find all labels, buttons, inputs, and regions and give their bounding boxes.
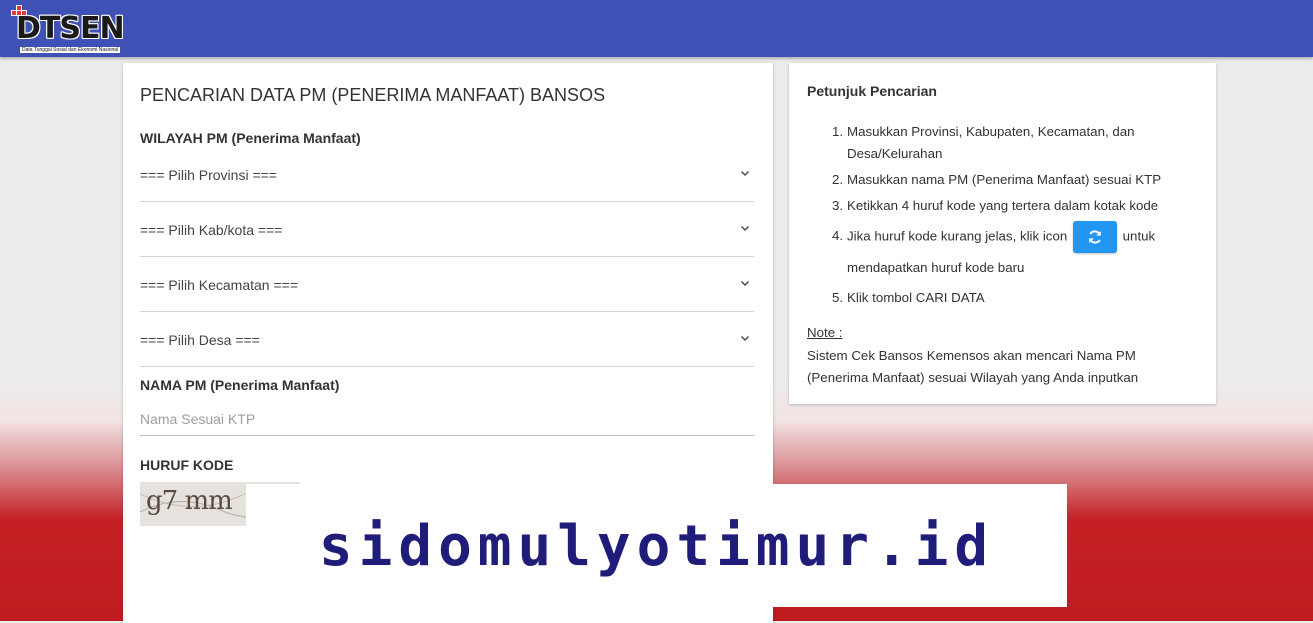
- form-title: PENCARIAN DATA PM (PENERIMA MANFAAT) BAN…: [140, 85, 606, 105]
- search-help-card: Petunjuk Pencarian 1. Masukkan Provinsi, …: [789, 63, 1216, 404]
- village-select[interactable]: === Pilih Desa ===: [140, 330, 754, 367]
- logo-tagline: Data Tunggal Sosial dan Ekonomi Nasional: [20, 47, 121, 53]
- note-label: Note :: [807, 325, 843, 340]
- district-select[interactable]: === Pilih Kecamatan ===: [140, 275, 754, 312]
- list-item: 4. Jika huruf kode kurang jelas, klik ico…: [807, 221, 1197, 283]
- dtsen-logo[interactable]: DTSEN Data Tunggal Sosial dan Ekonomi Na…: [11, 5, 136, 55]
- note-text: Sistem Cek Bansos Kemensos akan mencari …: [807, 348, 1139, 385]
- list-item: 2. Masukkan nama PM (Penerima Manfaat) se…: [832, 172, 1162, 187]
- chevron-down-icon: [741, 281, 749, 286]
- regency-select-value: === Pilih Kab/kota ===: [140, 222, 283, 238]
- list-item: 5. Klik tombol CARI DATA: [832, 290, 985, 305]
- province-select-value: === Pilih Provinsi ===: [140, 167, 277, 183]
- region-section-label: WILAYAH PM (Penerima Manfaat): [140, 130, 361, 146]
- refresh-captcha-button[interactable]: [1072, 221, 1117, 253]
- captcha-text: g7 mm: [146, 486, 233, 516]
- code-section-label: HURUF KODE: [140, 457, 234, 473]
- watermark-text: sidomulyotimur.id: [318, 514, 995, 579]
- province-select[interactable]: === Pilih Provinsi ===: [140, 165, 754, 202]
- regency-select[interactable]: === Pilih Kab/kota ===: [140, 220, 754, 257]
- chevron-down-icon: [741, 171, 749, 176]
- chevron-down-icon: [741, 226, 749, 231]
- village-select-value: === Pilih Desa ===: [140, 332, 260, 348]
- list-item: 1. Masukkan Provinsi, Kabupaten, Kecamata…: [832, 124, 1135, 161]
- help-title: Petunjuk Pencarian: [807, 83, 937, 99]
- list-item: 3. Ketikkan 4 huruf kode yang tertera dal…: [832, 198, 1159, 213]
- help-steps-list: 1. Masukkan Provinsi, Kabupaten, Kecamata…: [807, 121, 1197, 313]
- refresh-icon: [1089, 230, 1101, 244]
- district-select-value: === Pilih Kecamatan ===: [140, 277, 298, 293]
- name-section-label: NAMA PM (Penerima Manfaat): [140, 377, 340, 393]
- name-input[interactable]: Nama Sesuai KTP: [140, 401, 754, 436]
- top-app-bar: DTSEN Data Tunggal Sosial dan Ekonomi Na…: [0, 0, 1313, 57]
- watermark-banner: sidomulyotimur.id: [246, 484, 1067, 607]
- name-input-placeholder: Nama Sesuai KTP: [140, 411, 256, 427]
- chevron-down-icon: [741, 336, 749, 341]
- logo-text: DTSEN: [16, 11, 125, 46]
